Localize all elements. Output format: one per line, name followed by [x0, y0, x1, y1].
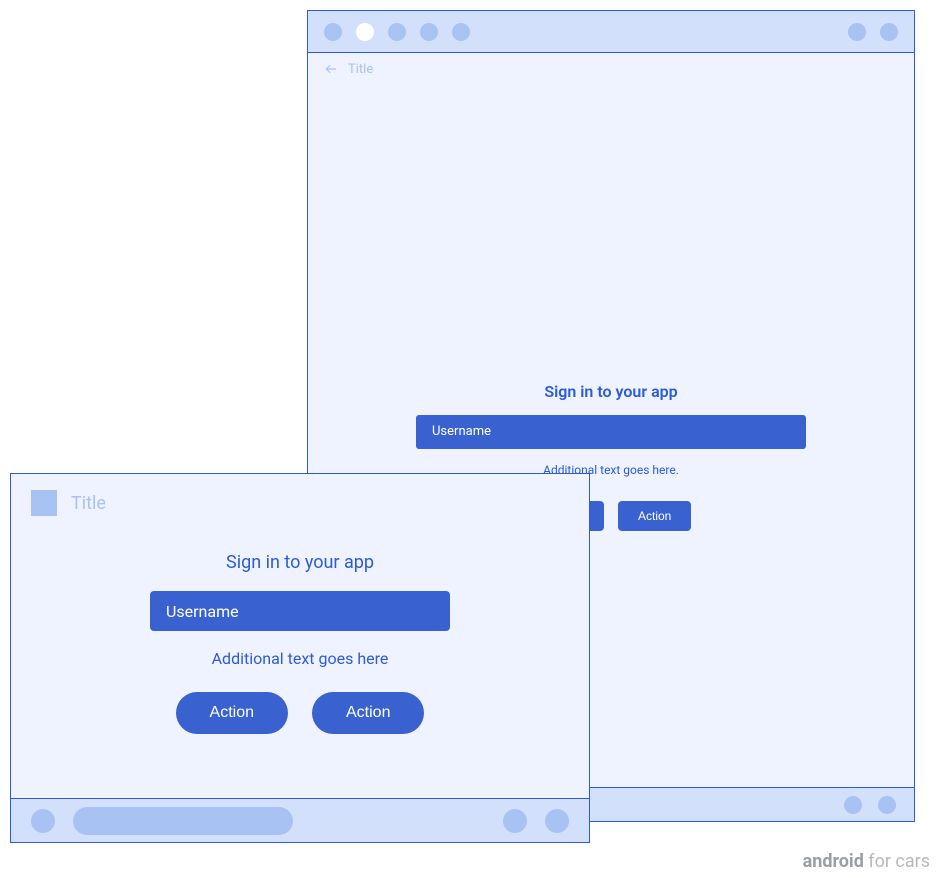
brand-caption: android for cars: [803, 851, 930, 872]
status-dot-icon: [324, 23, 342, 41]
signin-headline: Sign in to your app: [226, 552, 374, 573]
app-bar-title: Title: [348, 62, 373, 77]
status-dot-icon: [848, 23, 866, 41]
action-button-2[interactable]: Action: [618, 501, 691, 531]
phone-frame: Title Sign in to your app Username Addit…: [10, 473, 590, 843]
phone-content: Sign in to your app Username Additional …: [11, 516, 589, 734]
status-dot-icon: [356, 23, 374, 41]
signin-actions: Action Action: [176, 692, 425, 734]
brand-rest: for cars: [864, 851, 930, 872]
app-icon: [31, 490, 57, 516]
action-button-2[interactable]: Action: [312, 692, 424, 734]
nav-dot-icon[interactable]: [844, 796, 862, 814]
app-bar-title: Title: [71, 493, 106, 514]
status-dot-icon: [880, 23, 898, 41]
username-input[interactable]: Username: [150, 591, 450, 631]
signin-headline: Sign in to your app: [544, 382, 677, 401]
status-dot-icon: [452, 23, 470, 41]
tablet-app-bar: Title: [308, 53, 914, 85]
back-arrow-icon[interactable]: [324, 62, 338, 76]
tablet-status-bar: [308, 11, 914, 53]
nav-dot-icon[interactable]: [503, 809, 527, 833]
action-button-1[interactable]: Action: [176, 692, 288, 734]
username-input-text: Username: [432, 424, 491, 439]
nav-dot-icon[interactable]: [545, 809, 569, 833]
nav-dot-icon[interactable]: [31, 809, 55, 833]
status-dot-icon: [388, 23, 406, 41]
nav-dot-icon[interactable]: [878, 796, 896, 814]
signin-additional-text: Additional text goes here: [212, 649, 389, 668]
username-input[interactable]: Username: [416, 415, 806, 449]
brand-name: android: [803, 851, 864, 872]
username-input-text: Username: [166, 602, 239, 621]
phone-nav-bar: [11, 798, 589, 842]
phone-app-bar: Title: [11, 474, 589, 516]
nav-pill-icon[interactable]: [73, 807, 293, 835]
status-dot-icon: [420, 23, 438, 41]
